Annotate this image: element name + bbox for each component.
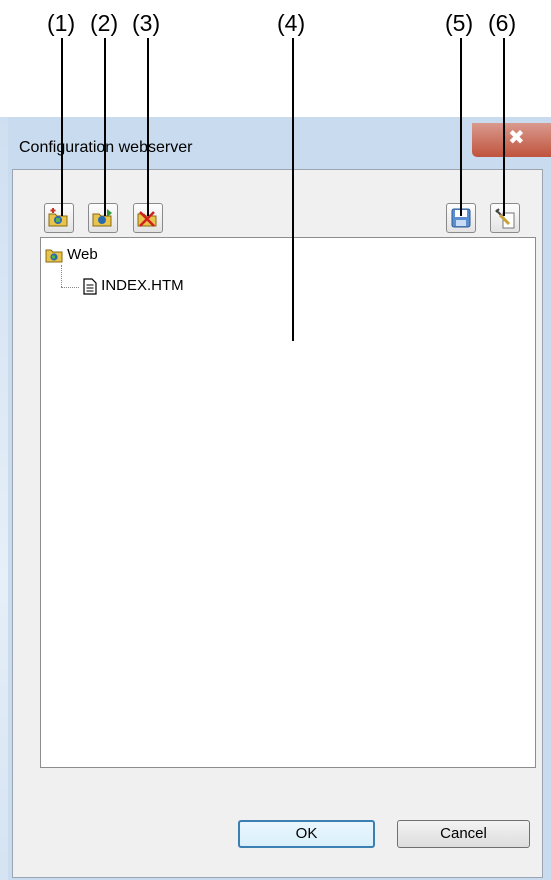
callout-leader: [104, 38, 106, 216]
close-button[interactable]: ✖: [472, 123, 551, 157]
callout-2: (2): [90, 10, 119, 36]
tree-item-label: INDEX.HTM: [101, 277, 184, 294]
tree-item-label: Web: [67, 246, 98, 263]
document-icon: [83, 277, 97, 295]
tree-connector: [61, 265, 63, 287]
tree-connector: [61, 287, 79, 289]
callout-1: (1): [47, 10, 76, 36]
callout-4: (4): [277, 10, 306, 36]
callout-leader: [460, 38, 462, 216]
callout-leader: [503, 38, 505, 216]
callout-leader: [147, 38, 149, 216]
callout-leader: [61, 38, 63, 216]
callout-leader: [292, 38, 294, 341]
web-folder-icon: [45, 249, 63, 263]
file-tree[interactable]: Web INDEX.HTM: [40, 237, 536, 768]
ok-button[interactable]: OK: [238, 820, 375, 848]
tree-item-web[interactable]: Web: [45, 246, 98, 263]
properties-button[interactable]: [490, 203, 520, 233]
properties-icon: [495, 208, 515, 229]
folder-add-icon: [48, 208, 68, 227]
add-file-button[interactable]: [88, 203, 118, 233]
folder-import-icon: [92, 209, 112, 227]
tree-item-index[interactable]: INDEX.HTM: [83, 277, 184, 295]
callout-6: (6): [488, 10, 517, 36]
close-icon: ✖: [508, 125, 525, 149]
callout-3: (3): [132, 10, 161, 36]
callout-5: (5): [445, 10, 474, 36]
cancel-button[interactable]: Cancel: [397, 820, 530, 848]
add-folder-button[interactable]: [44, 203, 74, 233]
